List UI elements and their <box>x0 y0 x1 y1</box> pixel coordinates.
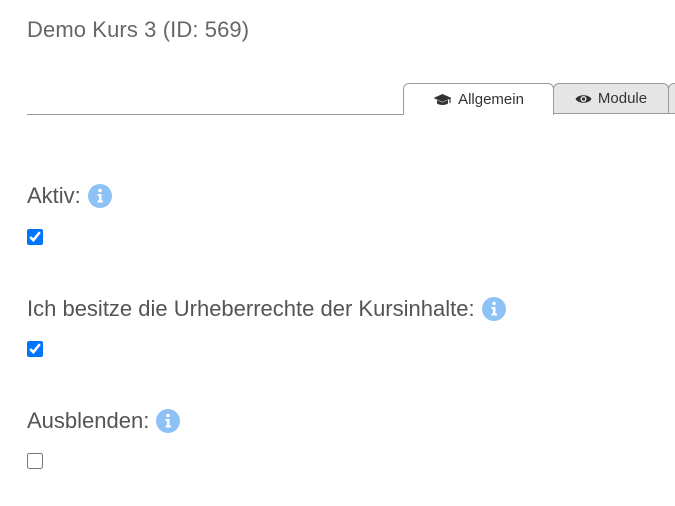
tab-next-partial[interactable] <box>668 83 675 114</box>
aktiv-checkbox[interactable] <box>27 229 43 245</box>
eye-icon <box>575 93 592 105</box>
page-title: Demo Kurs 3 (ID: 569) <box>27 17 250 42</box>
tab-module[interactable]: Module <box>553 83 669 114</box>
tab-allgemein-label: Allgemein <box>458 91 524 108</box>
field-urheberrechte-label-row: Ich besitze die Urheberrechte der Kursin… <box>27 296 506 322</box>
field-ausblenden-label: Ausblenden: <box>27 408 150 433</box>
ausblenden-checkbox[interactable] <box>27 453 43 469</box>
info-icon[interactable] <box>87 184 112 208</box>
tab-bar-divider <box>27 114 404 115</box>
tab-module-label: Module <box>597 90 648 107</box>
field-ausblenden-label-row: Ausblenden: <box>27 408 181 434</box>
tab-allgemein[interactable]: Allgemein <box>403 83 554 115</box>
urheberrechte-checkbox[interactable] <box>27 341 43 357</box>
course-settings-page: Demo Kurs 3 (ID: 569) Allgemein Module A… <box>0 0 675 506</box>
info-icon[interactable] <box>481 297 506 321</box>
graduation-cap-icon <box>433 93 452 107</box>
field-urheberrechte-label: Ich besitze die Urheberrechte der Kursin… <box>27 296 475 321</box>
field-aktiv-label: Aktiv: <box>27 183 81 208</box>
info-icon[interactable] <box>156 409 181 433</box>
field-aktiv-label-row: Aktiv: <box>27 183 112 209</box>
